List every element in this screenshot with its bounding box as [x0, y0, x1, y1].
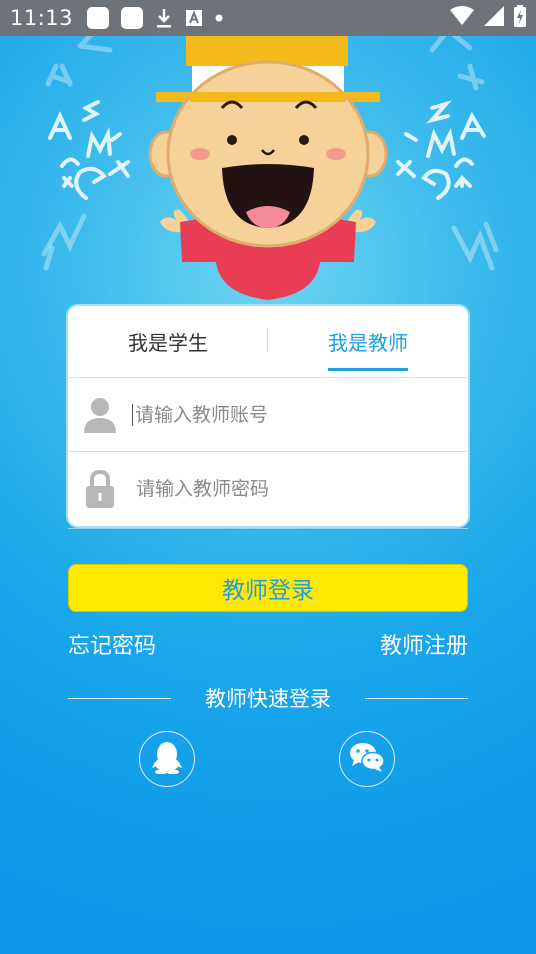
tab-teacher[interactable]: 我是教师	[268, 306, 468, 377]
tab-student[interactable]: 我是学生	[68, 306, 268, 377]
password-field-row	[68, 452, 468, 526]
lock-icon	[68, 470, 132, 508]
app-notification-icon	[121, 7, 144, 29]
account-field-row	[68, 378, 468, 452]
wifi-icon	[450, 6, 474, 30]
quick-login-divider: 教师快速登录	[68, 680, 468, 716]
account-input[interactable]	[132, 403, 432, 426]
user-icon	[68, 397, 132, 433]
app-notification-icon	[87, 7, 110, 29]
translate-a-icon	[185, 9, 203, 27]
letter-decoration-right-bright	[396, 100, 486, 200]
teacher-register-link[interactable]: 教师注册	[380, 628, 468, 660]
status-time: 11:13	[10, 6, 74, 30]
letter-decoration-left-bright	[48, 100, 130, 200]
battery-charging-icon	[514, 5, 526, 31]
qq-login-button[interactable]	[139, 731, 195, 787]
divider-line	[365, 697, 468, 699]
download-icon	[155, 7, 173, 29]
role-tabs: 我是学生 我是教师	[68, 306, 468, 378]
forgot-password-link[interactable]: 忘记密码	[68, 628, 156, 660]
teacher-login-button[interactable]: 教师登录	[68, 564, 468, 612]
status-bar: 11:13	[0, 0, 536, 36]
divider-line	[68, 697, 171, 699]
wechat-icon	[349, 742, 385, 776]
quick-login-label: 教师快速登录	[205, 687, 331, 711]
card-underline	[68, 528, 468, 529]
signal-icon	[484, 6, 504, 30]
password-input[interactable]	[132, 478, 432, 500]
mascot-illustration	[41, 36, 499, 300]
login-card: 我是学生 我是教师	[68, 306, 468, 526]
qq-icon	[152, 740, 182, 778]
dot-icon	[215, 14, 223, 22]
wechat-login-button[interactable]	[339, 731, 395, 787]
